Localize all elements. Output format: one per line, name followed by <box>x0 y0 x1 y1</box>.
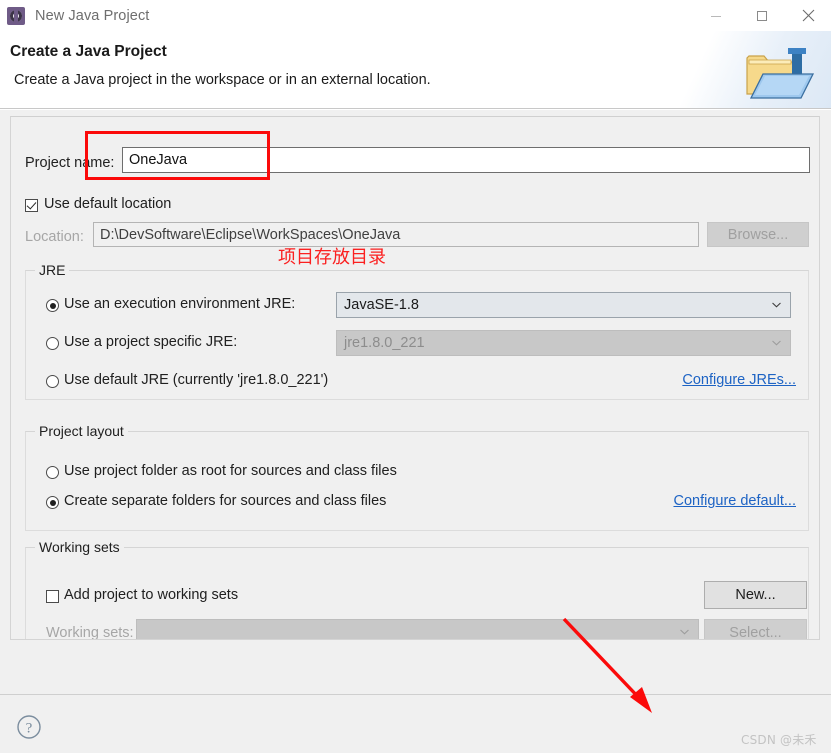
scrollable-form-area: Project name: OneJava Use default locati… <box>10 116 820 640</box>
radio-separate-folders[interactable] <box>46 496 59 509</box>
radio-project-specific-jre[interactable] <box>46 337 59 350</box>
add-project-to-working-sets-label: Add project to working sets <box>64 587 239 603</box>
project-layout-group-title: Project layout <box>35 423 128 439</box>
new-java-project-folder-icon <box>746 48 815 99</box>
annotation-note-text: 项目存放目录 <box>278 247 386 268</box>
jre-group-title: JRE <box>35 262 70 278</box>
working-sets-group-title: Working sets <box>35 539 124 555</box>
radio-default-jre[interactable] <box>46 375 59 388</box>
window-title: New Java Project <box>35 7 150 24</box>
radio-project-specific-jre-label: Use a project specific JRE: <box>64 334 238 350</box>
chevron-down-icon <box>772 302 781 308</box>
execution-environment-combo[interactable]: JavaSE-1.8 <box>336 292 791 318</box>
configure-default-link[interactable]: Configure default... <box>673 493 796 509</box>
minimize-icon[interactable] <box>693 0 739 31</box>
new-java-project-dialog: New Java Project Create a Java Project C… <box>0 0 831 753</box>
radio-execution-environment-jre[interactable] <box>46 299 59 312</box>
radio-default-jre-label: Use default JRE (currently 'jre1.8.0_221… <box>64 372 329 388</box>
browse-button[interactable]: Browse... <box>707 222 809 247</box>
use-default-location-checkbox[interactable] <box>25 199 38 212</box>
maximize-icon[interactable] <box>739 0 785 31</box>
jre-group: JRE Use an execution environment JRE: Ja… <box>25 262 809 400</box>
radio-project-folder-as-root-label: Use project folder as root for sources a… <box>64 463 397 479</box>
select-working-set-button[interactable]: Select... <box>704 619 807 639</box>
help-icon[interactable]: ? <box>16 714 42 740</box>
new-working-set-button[interactable]: New... <box>704 581 807 609</box>
location-input[interactable]: D:\DevSoftware\Eclipse\WorkSpaces\OneJav… <box>93 222 699 247</box>
working-sets-combo[interactable] <box>136 619 699 639</box>
eclipse-wizard-icon <box>7 6 25 25</box>
execution-environment-value: JavaSE-1.8 <box>344 297 419 313</box>
configure-jres-link[interactable]: Configure JREs... <box>682 372 796 388</box>
chevron-down-icon <box>772 340 781 346</box>
radio-separate-folders-label: Create separate folders for sources and … <box>64 493 387 509</box>
project-layout-group: Project layout Use project folder as roo… <box>25 423 809 531</box>
wizard-header: Create a Java Project Create a Java proj… <box>0 31 831 109</box>
page-title: Create a Java Project <box>10 43 167 60</box>
page-description: Create a Java project in the workspace o… <box>14 72 431 88</box>
project-specific-jre-combo[interactable]: jre1.8.0_221 <box>336 330 791 356</box>
radio-execution-environment-jre-label: Use an execution environment JRE: <box>64 296 296 312</box>
dialog-button-bar: ? < Back Next > Finish Cancel <box>0 694 831 753</box>
window-controls <box>693 0 831 31</box>
project-name-highlight-rect <box>85 131 270 180</box>
use-default-location-label: Use default location <box>44 196 172 212</box>
radio-project-folder-as-root[interactable] <box>46 466 59 479</box>
close-icon[interactable] <box>785 0 831 31</box>
wizard-content: Project name: OneJava Use default locati… <box>0 110 831 694</box>
project-specific-jre-value: jre1.8.0_221 <box>344 335 425 351</box>
svg-text:?: ? <box>26 721 33 737</box>
add-project-to-working-sets-checkbox[interactable] <box>46 590 59 603</box>
title-bar: New Java Project <box>0 0 831 31</box>
location-label: Location: <box>25 229 84 245</box>
chevron-down-icon <box>680 629 689 635</box>
working-sets-label: Working sets: <box>46 625 134 640</box>
working-sets-group: Working sets Add project to working sets… <box>25 539 809 640</box>
watermark: CSDN @未禾 <box>741 733 817 747</box>
